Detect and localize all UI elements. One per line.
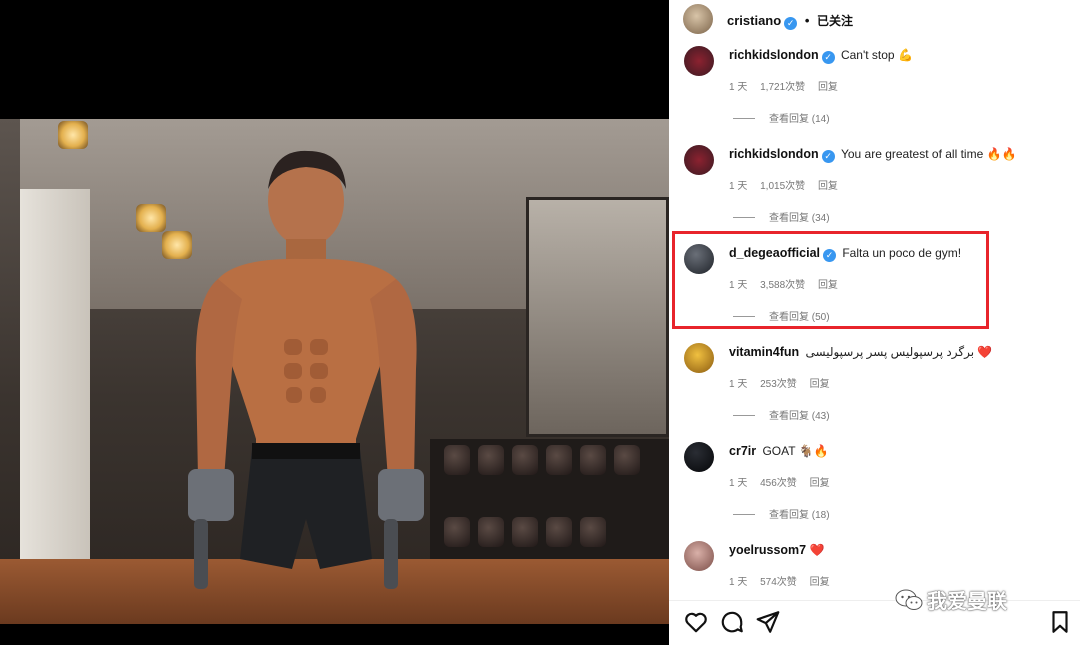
post-action-bar	[669, 600, 1080, 640]
comment-text: You are greatest of all time	[840, 147, 984, 161]
commenter-username[interactable]: yoelrussom7	[729, 543, 806, 557]
dumbbell	[614, 445, 640, 475]
comment-line: vitamin4fun برگرد پرسپولیس پسر پرسپولیسی…	[729, 345, 992, 359]
commenter-avatar[interactable]	[684, 442, 714, 472]
following-button[interactable]: 已关注	[817, 14, 853, 28]
dumbbell	[512, 517, 538, 547]
comment-icon[interactable]	[719, 609, 745, 635]
comment-line: yoelrussom7 ❤️	[729, 543, 824, 557]
comment-time: 1 天	[729, 478, 748, 489]
gym-window	[526, 197, 669, 437]
commenter-username[interactable]: cr7ir	[729, 444, 756, 458]
post-photo	[0, 119, 669, 624]
dumbbell	[546, 517, 572, 547]
comment-emoji: ❤️	[977, 345, 993, 359]
dumbbell	[546, 445, 572, 475]
comment-emoji: 🔥🔥	[986, 147, 1017, 161]
post-header: cristiano ✓ • 已关注	[669, 0, 1080, 40]
highlight-box	[672, 231, 989, 329]
verified-icon: ✓	[784, 17, 798, 30]
commenter-avatar[interactable]	[684, 343, 714, 373]
replies-dash	[733, 217, 755, 218]
commenter-avatar[interactable]	[684, 541, 714, 571]
dumbbell	[512, 445, 538, 475]
reply-button[interactable]: 回复	[818, 181, 838, 192]
heart-icon[interactable]	[683, 609, 709, 635]
athlete-figure	[188, 150, 424, 589]
comment-line: cr7ir GOAT 🐐🔥	[729, 444, 829, 458]
comment-meta: 1 天 1,015次赞 回复	[729, 177, 848, 192]
comment-line: richkidslondon ✓ You are greatest of all …	[729, 147, 1016, 163]
view-replies-label: 查看回复 (14)	[769, 114, 830, 125]
comment-meta: 1 天 1,721次赞 回复	[729, 78, 848, 93]
comment-item: richkidslondon ✓ Can't stop 💪 1 天 1,721次赞…	[669, 40, 1080, 139]
view-replies-button[interactable]: 查看回复 (34)	[733, 209, 830, 224]
ceiling-lamp	[58, 121, 88, 149]
comment-text: برگرد پرسپولیس پسر پرسپولیسی	[805, 345, 975, 359]
reply-button[interactable]: 回复	[810, 577, 830, 588]
comment-likes[interactable]: 1,721次赞	[760, 82, 805, 93]
commenter-username[interactable]: richkidslondon	[729, 147, 819, 161]
dumbbell	[478, 445, 504, 475]
comment-time: 1 天	[729, 577, 748, 588]
comment-likes[interactable]: 456次赞	[760, 478, 797, 489]
comment-text: GOAT	[762, 444, 796, 458]
comment-item: vitamin4fun برگرد پرسپولیس پسر پرسپولیسی…	[669, 337, 1080, 436]
comment-time: 1 天	[729, 379, 748, 390]
comment-likes[interactable]: 253次赞	[760, 379, 797, 390]
view-replies-label: 查看回复 (43)	[769, 411, 830, 422]
send-icon[interactable]	[755, 609, 781, 635]
wechat-icon	[895, 589, 923, 610]
dumbbell	[580, 517, 606, 547]
comment-emoji: 🐐🔥	[798, 444, 829, 458]
comment-meta: 1 天 574次赞 回复	[729, 573, 840, 588]
replies-dash	[733, 118, 755, 119]
replies-dash	[733, 415, 755, 416]
commenter-avatar[interactable]	[684, 145, 714, 175]
comment-time: 1 天	[729, 181, 748, 192]
post-media	[0, 0, 669, 645]
commenter-avatar[interactable]	[684, 46, 714, 76]
comment-text: Can't stop	[840, 48, 895, 62]
comment-item: richkidslondon ✓ You are greatest of all …	[669, 139, 1080, 238]
author-username[interactable]: cristiano	[727, 13, 781, 28]
comment-emoji: ❤️	[809, 543, 825, 557]
comment-time: 1 天	[729, 82, 748, 93]
ceiling-lamp	[136, 204, 166, 232]
bookmark-icon[interactable]	[1047, 609, 1073, 635]
commenter-username[interactable]: vitamin4fun	[729, 345, 799, 359]
comment-item: cr7ir GOAT 🐐🔥 1 天 456次赞 回复 查看回复 (18)	[669, 436, 1080, 535]
replies-dash	[733, 514, 755, 515]
comment-likes[interactable]: 1,015次赞	[760, 181, 805, 192]
reply-button[interactable]: 回复	[810, 379, 830, 390]
watermark-text: 我爱曼联	[927, 591, 1007, 613]
dumbbell-rack	[430, 439, 669, 569]
reply-button[interactable]: 回复	[810, 478, 830, 489]
dumbbell	[444, 517, 470, 547]
header-separator: •	[804, 13, 810, 28]
verified-icon: ✓	[821, 51, 835, 64]
dumbbell	[478, 517, 504, 547]
view-replies-button[interactable]: 查看回复 (18)	[733, 506, 830, 521]
watermark: 我爱曼联	[895, 585, 1007, 614]
view-replies-label: 查看回复 (18)	[769, 510, 830, 521]
reply-button[interactable]: 回复	[818, 82, 838, 93]
verified-icon: ✓	[821, 150, 835, 163]
view-replies-button[interactable]: 查看回复 (14)	[733, 110, 830, 125]
comment-meta: 1 天 456次赞 回复	[729, 474, 840, 489]
comment-line: richkidslondon ✓ Can't stop 💪	[729, 48, 913, 64]
view-replies-label: 查看回复 (34)	[769, 213, 830, 224]
comment-meta: 1 天 253次赞 回复	[729, 375, 840, 390]
dumbbell	[444, 445, 470, 475]
comment-likes[interactable]: 574次赞	[760, 577, 797, 588]
comment-emoji: 💪	[897, 48, 913, 62]
view-replies-button[interactable]: 查看回复 (43)	[733, 407, 830, 422]
commenter-username[interactable]: richkidslondon	[729, 48, 819, 62]
author-avatar[interactable]	[683, 4, 713, 34]
comment-item: yoelrussom7 ❤️ 1 天 574次赞 回复	[669, 535, 1080, 597]
dumbbell	[580, 445, 606, 475]
author-line: cristiano ✓ • 已关注	[727, 12, 853, 30]
